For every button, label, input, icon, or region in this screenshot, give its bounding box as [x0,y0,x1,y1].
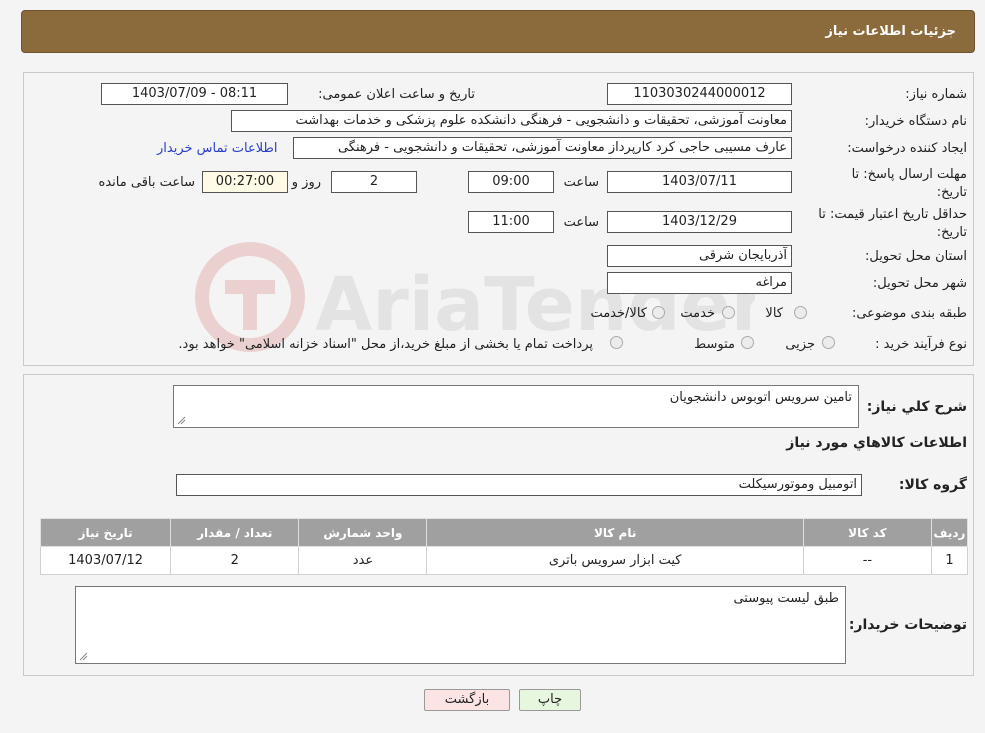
process-medium-radio[interactable] [741,336,754,349]
cell-qty: 2 [170,546,300,575]
days-label: روز و [291,175,321,190]
group-field: اتومبیل وموتورسیکلت [176,474,862,496]
group-label: گروه کالا: [898,477,967,493]
creator-field: عارف مسیبی حاجی کرد کارپرداز معاونت آموز… [293,137,792,159]
cell-row: 1 [930,546,969,575]
announce-label: تاریخ و ساعت اعلان عمومی: [318,87,475,102]
announce-datetime-field: 1403/07/09 - 08:11 [101,83,288,105]
remaining-time-field: 00:27:00 [202,171,288,193]
page-header: جزئیات اطلاعات نیاز [21,10,975,53]
validity-label-2: تاریخ: [936,225,967,240]
validity-time-field: 11:00 [468,211,554,233]
cell-name: کیت ابزار سرویس باتری [426,546,804,575]
col-qty: تعداد / مقدار [170,518,300,547]
province-label: استان محل تحویل: [865,249,967,264]
resize-grip-icon[interactable] [78,651,88,661]
col-row: ردیف [930,518,969,547]
col-code: کد کالا [802,518,932,547]
validity-time-label: ساعت [563,215,599,230]
validity-date-field: 1403/12/29 [607,211,792,233]
page-title: جزئیات اطلاعات نیاز [825,24,956,39]
remaining-label: ساعت باقی مانده [98,175,195,190]
validity-label: حداقل تاریخ اعتبار قیمت: تا [818,207,967,222]
treasury-checkbox[interactable] [610,336,623,349]
cell-code: -- [802,546,932,575]
col-unit: واحد شمارش [298,518,428,547]
process-label: نوع فرآیند خرید : [875,337,967,352]
category-both-label: کالا/خدمت [590,306,647,321]
print-button[interactable]: چاپ [519,689,581,711]
city-field: مراغه [607,272,792,294]
process-minor-radio[interactable] [822,336,835,349]
table-row: 1 -- کیت ابزار سرویس باتری عدد 2 1403/07… [39,546,969,575]
buyer-notes-label: توضیحات خریدار: [848,617,967,633]
cell-date: 1403/07/12 [39,546,172,575]
process-minor-label: جزیی [785,337,815,352]
category-label: طبقه بندی موضوعی: [851,306,967,321]
cell-unit: عدد [298,546,428,575]
resize-grip-icon[interactable] [176,415,186,425]
process-medium-label: متوسط [694,337,735,352]
table-header-row: ردیف کد کالا نام کالا واحد شمارش تعداد /… [39,518,969,547]
buyer-contact-link[interactable]: اطلاعات تماس خریدار [157,141,277,156]
summary-textarea[interactable]: تامین سرویس اتوبوس دانشجویان [173,385,859,428]
category-goods-radio[interactable] [794,306,807,319]
category-service-label: خدمت [680,306,715,321]
days-field: 2 [331,171,417,193]
deadline-label-2: تاریخ: [936,185,967,200]
category-service-radio[interactable] [722,306,735,319]
goods-info-title: اطلاعات کالاهاي مورد نیاز [786,435,967,451]
deadline-date-field: 1403/07/11 [607,171,792,193]
deadline-time-field: 09:00 [468,171,554,193]
buyer-field: معاونت آموزشی، تحقیقات و دانشجویی - فرهن… [231,110,792,132]
province-field: آذربایجان شرقی [607,245,792,267]
process-note: پرداخت تمام یا بخشی از مبلغ خرید،از محل … [178,337,593,352]
buyer-notes-value: طبق لیست پیوستی [733,591,839,606]
need-number-field: 1103030244000012 [607,83,792,105]
city-label: شهر محل تحویل: [872,276,967,291]
col-name: نام کالا [426,518,804,547]
col-date: تاریخ نیاز [39,518,172,547]
creator-label: ایجاد کننده درخواست: [847,141,967,156]
buyer-label: نام دستگاه خریدار: [864,114,967,129]
deadline-label: مهلت ارسال پاسخ: تا [851,167,967,182]
need-number-label: شماره نیاز: [905,87,967,102]
buyer-notes-textarea[interactable]: طبق لیست پیوستی [75,586,846,664]
deadline-time-label: ساعت [563,175,599,190]
goods-table: ردیف کد کالا نام کالا واحد شمارش تعداد /… [39,518,969,575]
category-both-radio[interactable] [652,306,665,319]
summary-value: تامین سرویس اتوبوس دانشجویان [669,390,852,405]
category-goods-label: کالا [765,306,783,321]
back-button[interactable]: بازگشت [424,689,510,711]
summary-label: شرح کلي نیاز: [866,399,967,415]
